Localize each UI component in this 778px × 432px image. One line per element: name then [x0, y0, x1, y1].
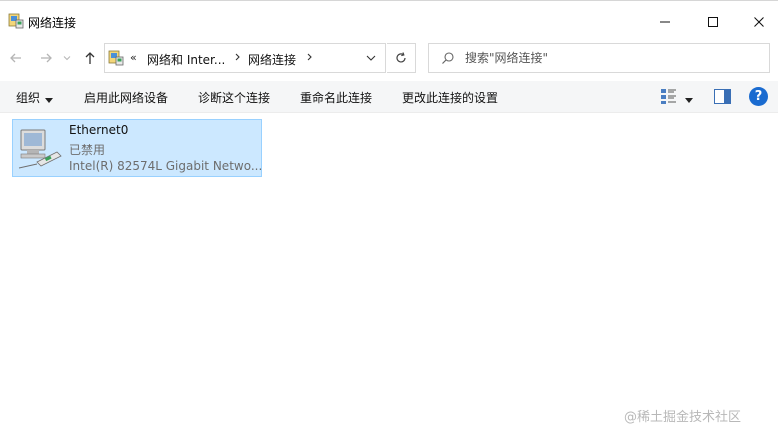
item-name: Ethernet0 [69, 123, 129, 137]
breadcrumb-network-internet[interactable]: 网络和 Inter... [147, 51, 225, 68]
breadcrumb-network-connections[interactable]: 网络连接 [248, 51, 296, 68]
address-bar[interactable]: « 网络和 Inter... 网络连接 [104, 43, 386, 73]
watermark: @稀土掘金技术社区 [624, 410, 742, 425]
forward-button[interactable] [36, 48, 56, 68]
minimize-button[interactable] [642, 1, 688, 43]
network-adapter-icon [18, 129, 62, 169]
chevron-down-icon [63, 56, 71, 61]
enable-device-button[interactable]: 启用此网络设备 [84, 89, 168, 106]
list-item[interactable]: Ethernet0 已禁用 Intel(R) 82574L Gigabit Ne… [12, 119, 262, 177]
maximize-button[interactable] [690, 1, 736, 43]
back-button[interactable] [6, 48, 26, 68]
organize-menu[interactable]: 组织 [16, 89, 40, 106]
connections-list: Ethernet0 已禁用 Intel(R) 82574L Gigabit Ne… [0, 114, 778, 432]
arrow-right-icon [41, 53, 52, 63]
search-input[interactable] [465, 45, 765, 71]
chevron-right-icon[interactable] [305, 50, 315, 67]
arrow-left-icon [10, 53, 21, 63]
window-title: 网络连接 [28, 16, 77, 30]
up-button[interactable] [80, 48, 100, 68]
help-icon[interactable]: ? [749, 87, 768, 106]
arrow-up-icon [85, 52, 95, 64]
search-box[interactable] [428, 43, 770, 73]
rename-connection-button[interactable]: 重命名此连接 [300, 89, 372, 106]
diagnose-connection-button[interactable]: 诊断这个连接 [198, 89, 270, 106]
search-icon [442, 52, 454, 64]
command-bar: 组织 启用此网络设备 诊断这个连接 重命名此连接 更改此连接的设置 ? [0, 81, 778, 113]
breadcrumb-overflow[interactable]: « [130, 51, 137, 64]
preview-pane-icon[interactable] [714, 89, 731, 104]
chevron-down-icon [366, 55, 376, 61]
caret-down-icon[interactable] [685, 93, 693, 107]
chevron-right-icon[interactable] [233, 50, 243, 67]
item-description: Intel(R) 82574L Gigabit Netwo... [69, 159, 263, 173]
refresh-button[interactable] [387, 43, 416, 73]
close-button[interactable] [736, 1, 778, 43]
control-panel-icon [108, 50, 124, 66]
caret-down-icon[interactable] [45, 93, 53, 107]
title-bar: 网络连接 [0, 0, 778, 42]
network-connections-icon [8, 13, 24, 29]
recent-locations-button[interactable] [60, 48, 74, 68]
minimize-icon [660, 21, 670, 23]
change-settings-button[interactable]: 更改此连接的设置 [402, 89, 498, 106]
maximize-icon [708, 17, 718, 27]
change-view-icon[interactable] [660, 87, 678, 105]
item-status: 已禁用 [69, 143, 106, 157]
refresh-icon [396, 52, 406, 63]
close-icon [754, 17, 764, 27]
address-dropdown-button[interactable] [361, 49, 381, 67]
